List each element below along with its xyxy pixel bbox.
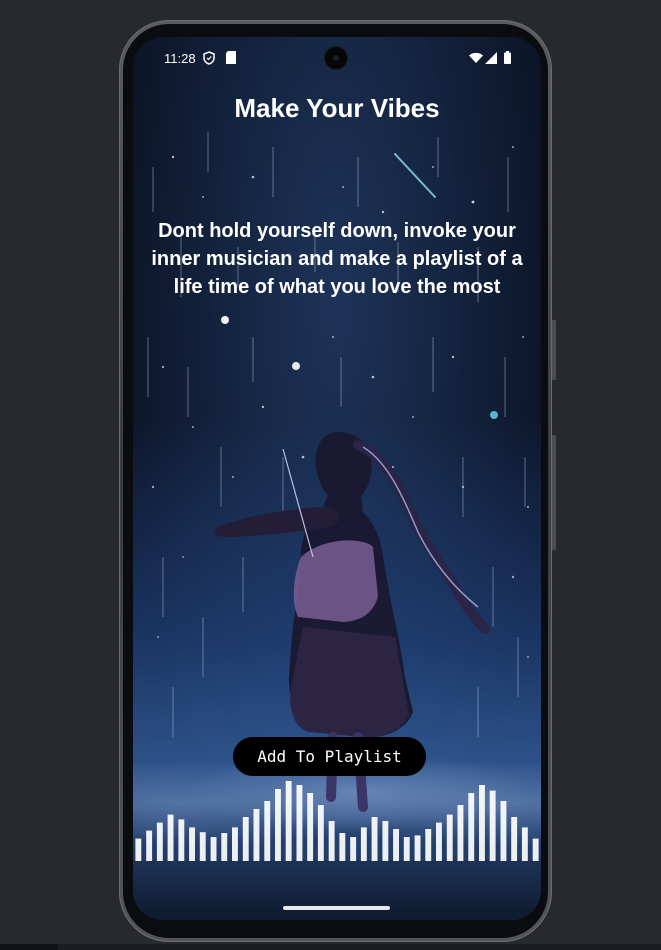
equalizer-bar (382, 821, 389, 861)
signal-icon (485, 51, 497, 69)
equalizer-bar (189, 827, 195, 861)
sim-card-icon (226, 51, 236, 69)
app-preview-canvas: 11:28 Make Your Vibes Dont hold yourself… (0, 0, 661, 950)
add-to-playlist-button[interactable]: Add To Playlist (233, 737, 426, 776)
equalizer-bar (317, 805, 324, 861)
meteor (394, 153, 436, 198)
tagline-text: Dont hold yourself down, invoke your inn… (151, 220, 523, 298)
equalizer-bar (253, 809, 260, 861)
bottom-strip-tab (0, 944, 58, 950)
status-bar: 11:28 (133, 37, 541, 81)
front-camera (324, 46, 348, 70)
equalizer-bar (339, 833, 346, 861)
equalizer-bar (425, 829, 432, 861)
equalizer-bar (296, 785, 303, 861)
equalizer-bar (489, 790, 496, 861)
equalizer-bar (264, 801, 271, 861)
phone-screen: 11:28 Make Your Vibes Dont hold yourself… (133, 37, 541, 920)
equalizer-bar (414, 835, 421, 861)
equalizer-bar (468, 793, 475, 861)
equalizer-bar (156, 822, 163, 861)
equalizer-bar (403, 837, 410, 861)
equalizer-bar (307, 793, 314, 861)
power-button (552, 320, 556, 380)
equalizer-bar (210, 837, 217, 861)
battery-icon (504, 51, 511, 69)
status-time: 11:28 (164, 51, 196, 66)
equalizer-bar (500, 801, 507, 861)
equalizer-bar (167, 814, 174, 861)
equalizer-bar (178, 819, 185, 861)
equalizer-bar (135, 838, 142, 861)
volume-rocker (552, 435, 556, 550)
equalizer-bar (511, 817, 518, 861)
home-indicator[interactable] (283, 906, 390, 910)
equalizer-bar (275, 789, 281, 861)
equalizer-bar (360, 827, 367, 861)
shield-icon (203, 51, 215, 70)
page-title: Make Your Vibes (234, 93, 440, 123)
equalizer-bar (393, 829, 399, 861)
audio-equalizer-visualizer (135, 781, 539, 861)
equalizer-bar (446, 814, 453, 861)
equalizer-bar (457, 805, 464, 861)
wifi-icon (469, 51, 483, 69)
equalizer-bar (371, 817, 378, 861)
equalizer-bar (350, 837, 357, 861)
equalizer-bar (221, 833, 228, 861)
equalizer-bar (328, 821, 335, 861)
equalizer-bar (242, 817, 249, 861)
equalizer-bar (199, 832, 206, 861)
equalizer-bar (285, 781, 292, 861)
equalizer-bar (479, 785, 485, 861)
equalizer-bar (146, 830, 153, 861)
bottom-strip (0, 944, 661, 950)
equalizer-bar (532, 838, 539, 861)
equalizer-bar (521, 827, 528, 861)
equalizer-bar (436, 822, 442, 861)
equalizer-bar (232, 827, 238, 861)
